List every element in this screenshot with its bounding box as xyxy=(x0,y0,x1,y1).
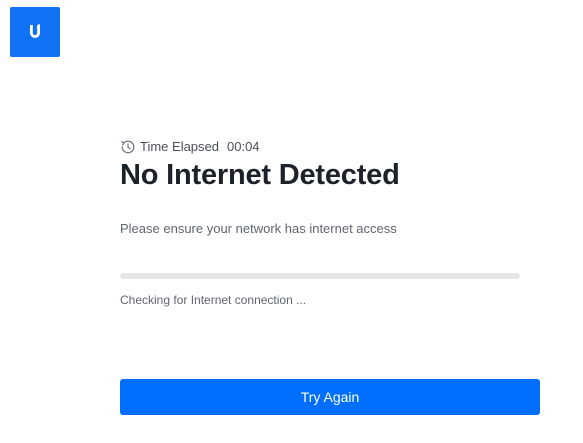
time-elapsed: Time Elapsed 00:04 xyxy=(120,139,260,155)
no-internet-page: Time Elapsed 00:04 No Internet Detected … xyxy=(0,0,583,443)
time-elapsed-value: 00:04 xyxy=(227,139,260,154)
clock-icon xyxy=(120,139,136,155)
ubiquiti-logo xyxy=(10,7,60,57)
page-subtitle: Please ensure your network has internet … xyxy=(120,221,397,236)
connection-status: Checking for Internet connection ... xyxy=(120,293,307,307)
try-again-button[interactable]: Try Again xyxy=(120,379,540,415)
connection-progress-bar xyxy=(120,273,520,279)
time-elapsed-label: Time Elapsed xyxy=(140,139,219,154)
ubiquiti-u-logo-icon xyxy=(30,24,40,38)
page-title: No Internet Detected xyxy=(120,159,400,191)
